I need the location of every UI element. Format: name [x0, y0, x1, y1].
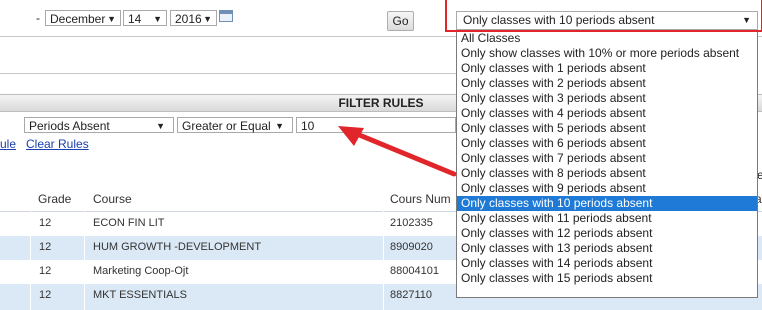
dropdown-option[interactable]: Only classes with 7 periods absent	[457, 151, 757, 166]
dropdown-option-selected[interactable]: Only classes with 10 periods absent	[457, 196, 757, 211]
period-filter-dropdown[interactable]: All Classes Only show classes with 10% o…	[456, 30, 758, 298]
header-grade[interactable]: Grade	[38, 192, 71, 206]
cell-course-num: 88004101	[390, 265, 439, 277]
calendar-icon[interactable]	[219, 10, 233, 22]
dropdown-option[interactable]: Only classes with 6 periods absent	[457, 136, 757, 151]
chevron-down-icon: ▼	[203, 14, 212, 24]
dropdown-option[interactable]: Only classes with 2 periods absent	[457, 76, 757, 91]
divider	[0, 36, 456, 37]
cell-grade: 12	[39, 217, 52, 229]
rule-operator-select[interactable]: Greater or Equal ▼	[177, 117, 293, 133]
column-divider	[30, 186, 31, 310]
dropdown-option[interactable]: Only classes with 8 periods absent	[457, 166, 757, 181]
cell-course-num: 8827110	[390, 289, 433, 301]
day-select[interactable]: 14 ▼	[123, 10, 167, 26]
day-value: 14	[128, 12, 142, 26]
dropdown-option[interactable]: Only classes with 1 periods absent	[457, 61, 757, 76]
dropdown-option[interactable]: Only classes with 4 periods absent	[457, 106, 757, 121]
cell-grade: 12	[39, 241, 52, 253]
divider	[758, 36, 762, 37]
annotation-arrow-icon	[338, 126, 457, 177]
dropdown-option[interactable]: Only show classes with 10% or more perio…	[457, 46, 757, 61]
date-dash: -	[36, 11, 40, 25]
rule-field-select[interactable]: Periods Absent ▼	[24, 117, 174, 133]
cell-course: HUM GROWTH -DEVELOPMENT	[93, 241, 262, 253]
filter-rules-title: FILTER RULES	[338, 96, 424, 110]
rule-field-value: Periods Absent	[29, 119, 110, 133]
column-divider	[84, 186, 85, 310]
dropdown-option[interactable]: Only classes with 9 periods absent	[457, 181, 757, 196]
rule-operator-value: Greater or Equal	[182, 119, 271, 133]
annotation-highlight-box	[445, 0, 762, 32]
divider	[0, 73, 456, 74]
month-select[interactable]: December ▼	[45, 10, 121, 26]
dropdown-option[interactable]: Only classes with 14 periods absent	[457, 256, 757, 271]
year-value: 2016	[175, 12, 202, 26]
month-value: December	[50, 12, 106, 26]
year-select[interactable]: 2016 ▼	[170, 10, 217, 26]
header-course-num[interactable]: Cours Num	[390, 192, 451, 206]
cell-course-num: 8909020	[390, 241, 433, 253]
chevron-down-icon: ▼	[156, 121, 165, 131]
dropdown-option[interactable]: Only classes with 3 periods absent	[457, 91, 757, 106]
chevron-down-icon: ▼	[107, 14, 116, 24]
dropdown-option[interactable]: Only classes with 15 periods absent	[457, 271, 757, 286]
cell-grade: 12	[39, 265, 52, 277]
go-button[interactable]: Go	[387, 11, 414, 31]
chevron-down-icon: ▼	[153, 14, 162, 24]
column-divider	[383, 186, 384, 310]
dropdown-option[interactable]: Only classes with 11 periods absent	[457, 211, 757, 226]
add-rule-link[interactable]: ule	[0, 137, 16, 151]
dropdown-option[interactable]: Only classes with 12 periods absent	[457, 226, 757, 241]
chevron-down-icon: ▼	[275, 121, 284, 131]
cell-grade: 12	[39, 289, 52, 301]
cell-course: Marketing Coop-Ojt	[93, 265, 189, 277]
dropdown-option[interactable]: Only classes with 5 periods absent	[457, 121, 757, 136]
cell-course: MKT ESSENTIALS	[93, 289, 187, 301]
dropdown-option[interactable]: Only classes with 13 periods absent	[457, 241, 757, 256]
dropdown-option[interactable]: All Classes	[457, 31, 757, 46]
header-course[interactable]: Course	[93, 192, 132, 206]
rule-value-text: 10	[301, 119, 315, 133]
cell-course: ECON FIN LIT	[93, 217, 165, 229]
clear-rules-link[interactable]: Clear Rules	[26, 137, 89, 151]
cell-course-num: 2102335	[390, 217, 433, 229]
